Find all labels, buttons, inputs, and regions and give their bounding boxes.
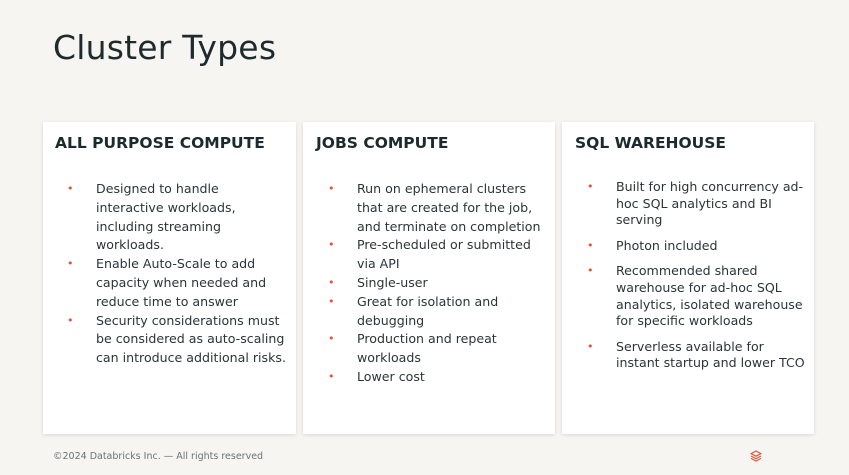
list-item-text: Security considerations must be consider… [96, 312, 286, 366]
bullet-list: • Designed to handle interactive workload… [67, 180, 289, 368]
list-item: • Great for isolation and debugging [328, 293, 550, 331]
bullet-icon: • [587, 339, 594, 353]
list-item-text: Recommended shared warehouse for ad-hoc … [616, 263, 803, 329]
list-item: • Designed to handle interactive workload… [67, 180, 289, 255]
panel-sql-warehouse: SQL WAREHOUSE • Built for high concurrenc… [562, 122, 814, 434]
bullet-icon: • [587, 180, 594, 193]
bullet-icon: • [328, 332, 335, 346]
bullet-icon: • [328, 294, 335, 308]
panel-heading: JOBS COMPUTE [316, 134, 449, 152]
list-item: • Production and repeat workloads [328, 330, 550, 368]
list-item-text: Lower cost [357, 368, 425, 384]
bullet-icon: • [67, 182, 74, 195]
panel-all-purpose-compute: ALL PURPOSE COMPUTE • Designed to handle … [43, 122, 296, 434]
panel-heading: SQL WAREHOUSE [575, 134, 727, 152]
panel-heading: ALL PURPOSE COMPUTE [55, 134, 265, 152]
list-item: • Built for high concurrency ad-hoc SQL a… [587, 179, 809, 229]
databricks-logo-icon [750, 450, 762, 462]
list-item: • Photon included [587, 238, 809, 255]
list-item: • Serverless available for instant startu… [587, 339, 809, 372]
footer-copyright: ©2024 Databricks Inc. — All rights reser… [53, 451, 264, 462]
list-item-text: Serverless available for instant startup… [616, 338, 805, 371]
list-item-text: Production and repeat workloads [357, 331, 497, 366]
panel-jobs-compute: JOBS COMPUTE • Run on ephemeral clusters … [303, 122, 555, 434]
list-item-text: Pre-scheduled or submitted via API [357, 237, 531, 272]
list-item-text: Single-user [357, 274, 428, 290]
list-item: • Security considerations must be conside… [67, 312, 289, 368]
bullet-icon: • [587, 238, 594, 252]
bullet-icon: • [328, 369, 335, 383]
bullet-icon: • [328, 182, 335, 195]
bullet-icon: • [587, 264, 594, 278]
list-item-text: Built for high concurrency ad-hoc SQL an… [616, 179, 804, 228]
list-item-text: Designed to handle interactive workloads… [96, 181, 236, 253]
list-item-text: Run on ephemeral clusters that are creat… [357, 181, 541, 234]
slide-title: Cluster Types [53, 28, 277, 67]
bullet-list: • Built for high concurrency ad-hoc SQL a… [587, 179, 809, 381]
bullet-icon: • [67, 257, 74, 271]
list-item-text: Great for isolation and debugging [357, 293, 499, 328]
bullet-list: • Run on ephemeral clusters that are crea… [328, 180, 550, 387]
list-item: • Pre-scheduled or submitted via API [328, 236, 550, 274]
list-item: • Lower cost [328, 368, 550, 387]
list-item-text: Enable Auto-Scale to add capacity when n… [96, 256, 267, 309]
bullet-icon: • [328, 238, 335, 252]
list-item: • Single-user [328, 274, 550, 293]
bullet-icon: • [328, 275, 335, 289]
list-item: • Run on ephemeral clusters that are crea… [328, 180, 550, 236]
list-item: • Enable Auto-Scale to add capacity when … [67, 255, 289, 311]
bullet-icon: • [67, 313, 74, 327]
list-item: • Recommended shared warehouse for ad-hoc… [587, 263, 809, 329]
list-item-text: Photon included [616, 237, 718, 253]
